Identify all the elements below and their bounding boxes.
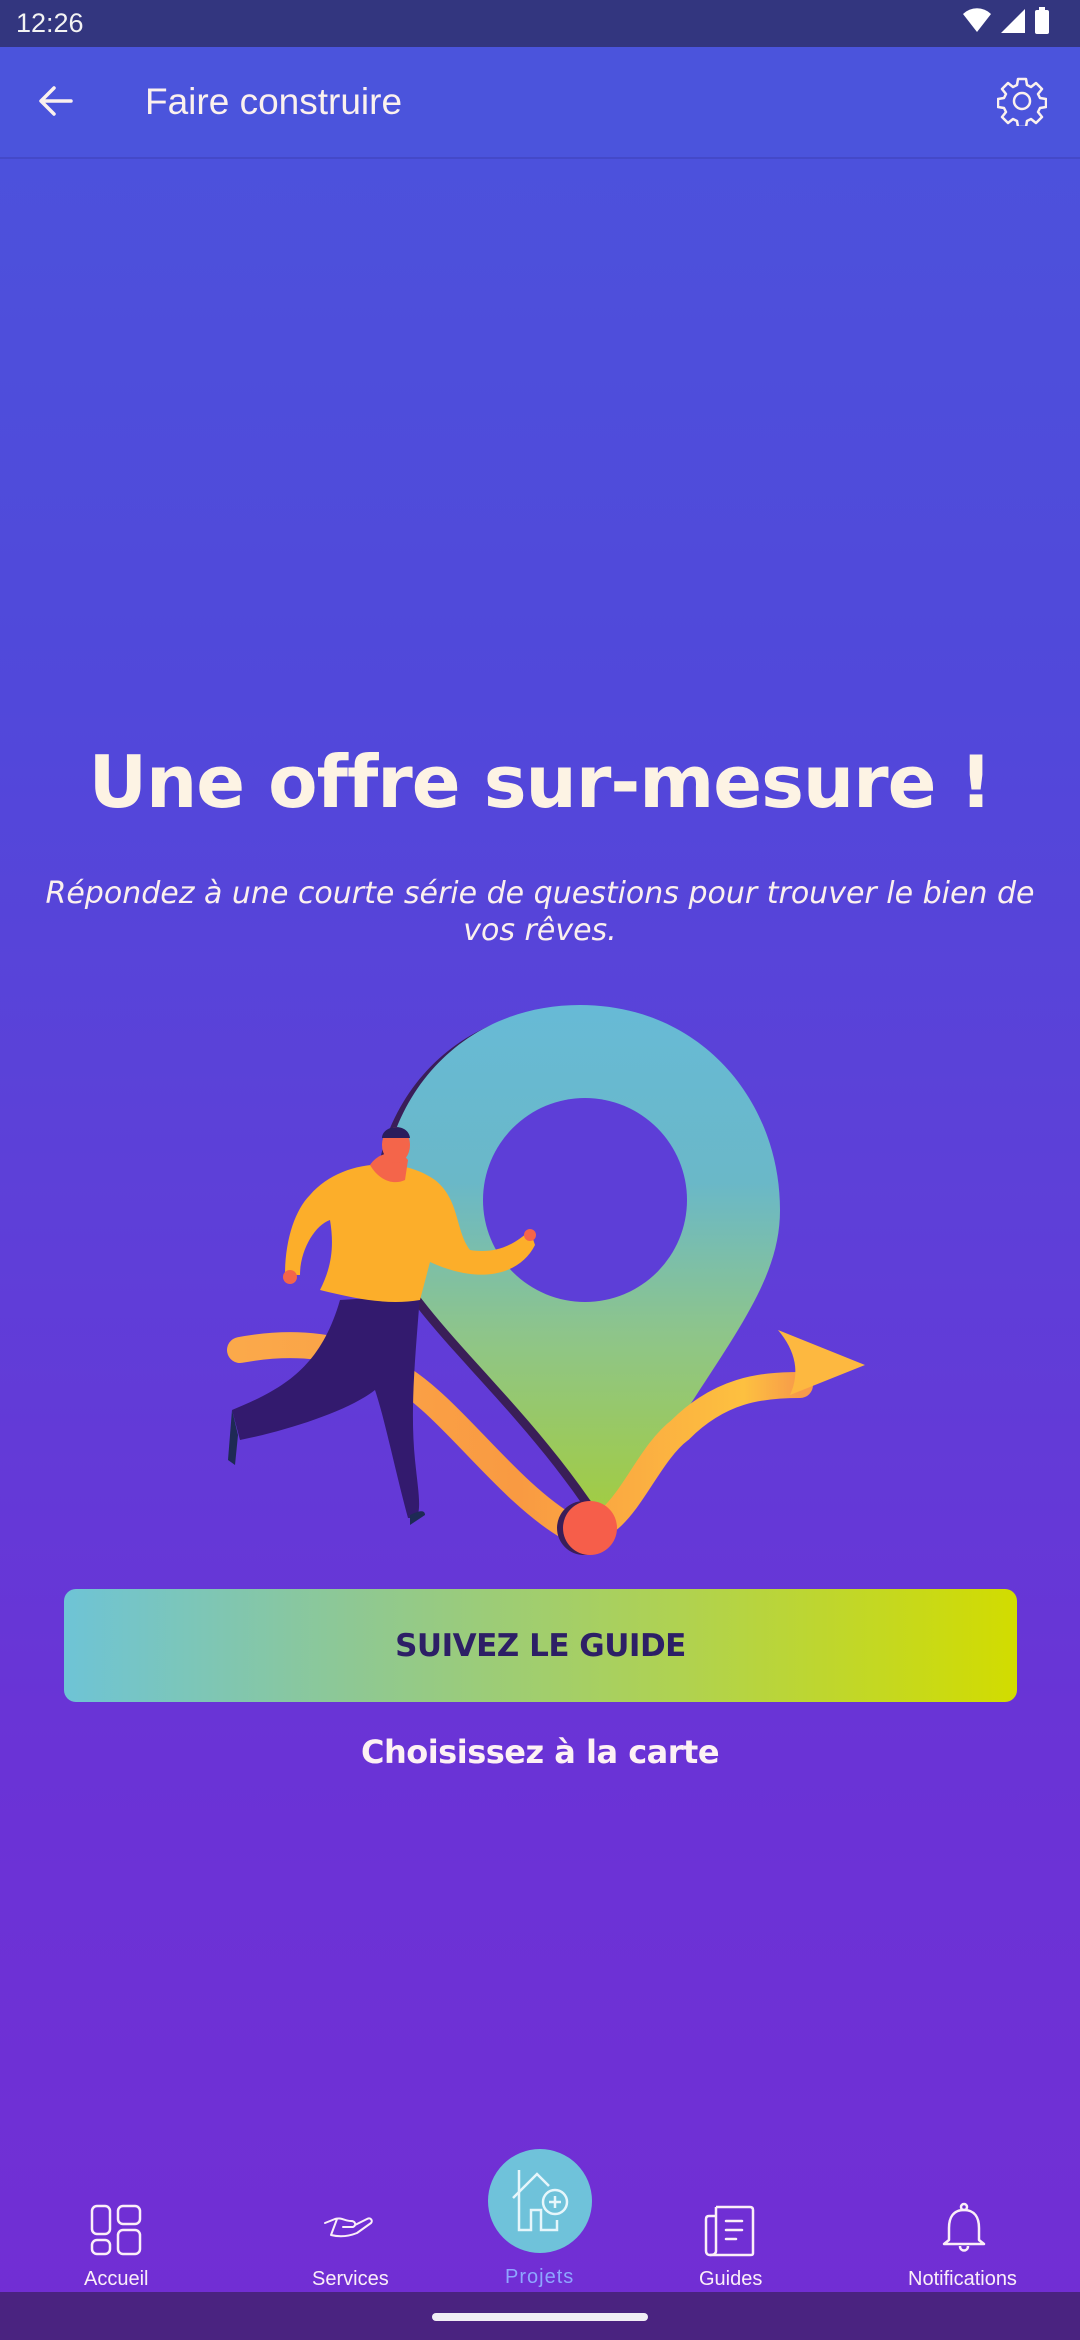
document-icon [700,2200,760,2260]
home-gesture-handle[interactable] [432,2313,648,2321]
nav-label-guides: Guides [699,2268,763,2290]
page-title: Faire construire [145,81,403,122]
settings-button[interactable] [994,75,1050,131]
nav-item-notifications[interactable]: Notifications [848,2130,1080,2292]
follow-guide-label: SUIVEZ LE GUIDE [395,1627,686,1664]
headline: Une offre sur-mesure ! [88,740,993,824]
nav-item-services[interactable]: Services [233,2130,466,2292]
battery-icon [1034,7,1050,40]
signal-icon [1000,8,1026,39]
bell-icon [934,2200,994,2260]
subtitle: Répondez à une courte série de questions… [45,876,1035,948]
nav-item-accueil[interactable]: Accueil [0,2130,233,2292]
nav-label-notifications: Notifications [908,2268,1017,2290]
back-button[interactable] [30,77,82,129]
nav-item-projets[interactable]: Projets [466,2130,616,2292]
person-running-to-map-pin-illustration [200,990,880,1570]
nav-label-projets: Projets [505,2266,575,2288]
status-time: 12:26 [16,8,84,38]
wifi-icon [962,8,992,39]
nav-label-accueil: Accueil [84,2268,149,2290]
house-plus-icon [488,2149,592,2253]
nav-item-guides[interactable]: Guides [616,2130,848,2292]
bottom-nav: Accueil Services Projets Guides Notifica… [0,2130,1080,2292]
grid-icon [86,2200,146,2260]
arrow-left-icon [38,85,74,122]
status-icons [962,7,1050,40]
hand-icon [319,2200,379,2260]
follow-guide-button[interactable]: SUIVEZ LE GUIDE [64,1589,1017,1702]
status-bar: 12:26 [0,0,1080,47]
choose-a-la-carte-link[interactable]: Choisissez à la carte [0,1733,1080,1771]
gear-icon [996,76,1048,131]
nav-label-services: Services [312,2268,389,2290]
app-bar: Faire construire [0,47,1080,159]
system-gesture-bar [0,2292,1080,2340]
